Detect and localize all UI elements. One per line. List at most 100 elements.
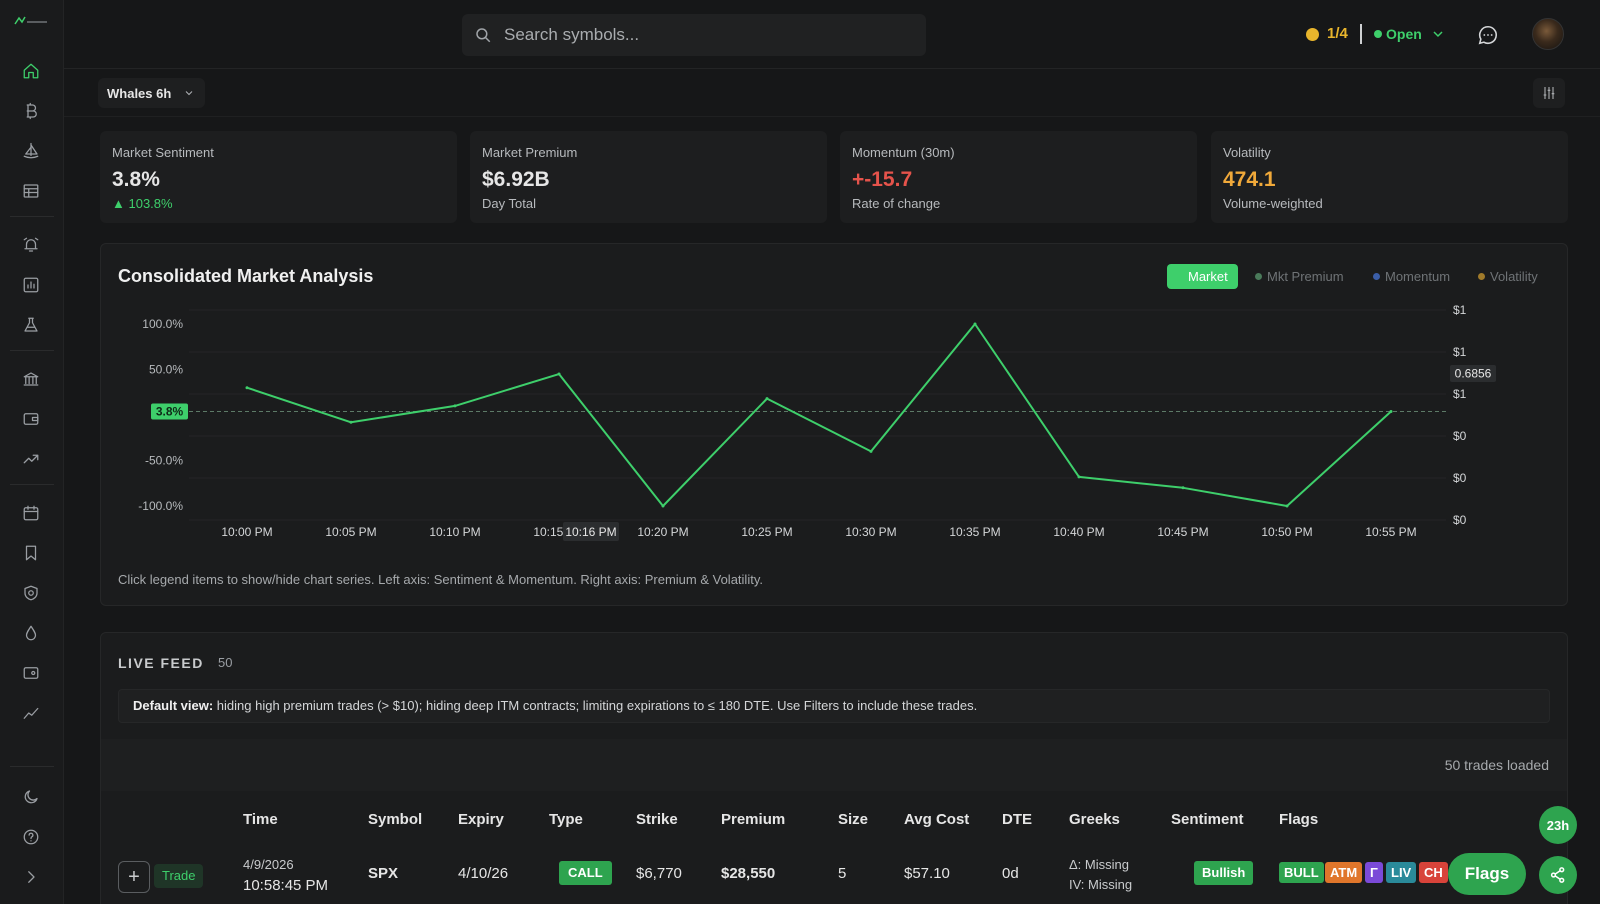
sidebar-divider — [10, 216, 54, 217]
chart-title: Consolidated Market Analysis — [118, 266, 374, 286]
x-tick-label: 10:50 PM — [1261, 525, 1312, 539]
trade-time: 10:58:45 PM — [243, 877, 329, 894]
sidebar-divider — [10, 766, 54, 767]
sidebar — [0, 0, 64, 904]
x-tick-label: 10:35 PM — [949, 525, 1000, 539]
data-point — [765, 397, 769, 401]
flags-button[interactable]: Flags — [1448, 853, 1526, 895]
metric-label: Momentum (30m) — [852, 145, 955, 160]
whale-icon[interactable] — [20, 140, 42, 162]
column-header[interactable]: Type — [549, 811, 583, 828]
right-axis-tick-label: $1 — [1453, 387, 1467, 401]
alert-status-dot — [1306, 28, 1319, 41]
trade-dte: 0d — [1002, 865, 1019, 882]
search-box[interactable] — [462, 14, 926, 56]
trade-symbol[interactable]: SPX — [368, 865, 398, 882]
column-header[interactable]: Flags — [1279, 811, 1318, 828]
timer-button[interactable]: 23h — [1539, 806, 1577, 844]
moon-icon[interactable] — [20, 786, 42, 808]
view-select[interactable]: Whales 6h — [98, 78, 206, 108]
chevron-down-icon — [185, 91, 193, 96]
column-header[interactable]: Premium — [721, 811, 785, 828]
trade-button[interactable]: Trade — [154, 864, 204, 888]
alert-counter[interactable]: 1/4 — [1327, 25, 1348, 42]
expand-sidebar-icon[interactable] — [20, 866, 42, 888]
legend-dot — [1255, 273, 1262, 280]
column-header[interactable]: Avg Cost — [904, 811, 969, 828]
metric-value: +-15.7 — [852, 168, 913, 191]
column-header[interactable]: Expiry — [458, 811, 504, 828]
wallet-icon[interactable] — [20, 408, 42, 430]
avatar[interactable] — [1532, 18, 1564, 50]
market-status-label[interactable]: Open — [1386, 26, 1422, 42]
y-tick-label: -100.0% — [138, 499, 183, 513]
column-header[interactable]: Strike — [636, 811, 678, 828]
view-select-label: Whales 6h — [107, 85, 172, 101]
bank-icon[interactable] — [20, 368, 42, 390]
x-tick-label: 10:45 PM — [1157, 525, 1208, 539]
right-axis-marker-label: 0.6856 — [1455, 367, 1492, 381]
flag-badge: Γ — [1365, 862, 1383, 883]
table-icon[interactable] — [20, 180, 42, 202]
calendar-icon[interactable] — [20, 502, 42, 524]
right-axis-tick-label: $1 — [1453, 303, 1467, 317]
wallet-alt-icon[interactable] — [20, 662, 42, 684]
data-point — [1389, 410, 1393, 414]
metric-card-volatility: Volatility 474.1 Volume-weighted — [1211, 131, 1568, 223]
market-chart[interactable]: 100.0% 50.0% -50.0% -100.0% $1 $1 $1 $0 $0 $0 3.8%… — [101, 244, 1567, 605]
alarm-icon[interactable] — [20, 234, 42, 256]
metric-value: 3.8% — [112, 168, 160, 191]
app-logo[interactable] — [13, 14, 49, 28]
help-icon[interactable] — [20, 826, 42, 848]
flask-icon[interactable] — [20, 314, 42, 336]
data-point — [1181, 486, 1185, 490]
column-header[interactable]: DTE — [1002, 811, 1032, 828]
metric-label: Market Premium — [482, 145, 578, 160]
column-header[interactable]: Size — [838, 811, 868, 828]
legend-label: Volatility — [1490, 269, 1538, 284]
search-input[interactable] — [504, 25, 904, 45]
line-chart-icon[interactable] — [20, 702, 42, 724]
shield-icon[interactable] — [20, 582, 42, 604]
column-header[interactable]: Greeks — [1069, 811, 1120, 828]
bitcoin-icon[interactable] — [20, 100, 42, 122]
chevron-down-icon[interactable] — [1430, 26, 1446, 42]
column-header[interactable]: Time — [243, 811, 278, 828]
trending-up-icon[interactable] — [20, 448, 42, 470]
column-header[interactable]: Sentiment — [1171, 811, 1244, 828]
legend-mkt-premium[interactable]: Mkt Premium — [1255, 269, 1344, 284]
live-feed-panel: LIVE FEED 50 Default view: hiding high p… — [100, 632, 1568, 904]
right-axis-tick-label: $0 — [1453, 471, 1467, 485]
x-tick-label: 10:30 PM — [845, 525, 896, 539]
share-button[interactable] — [1539, 856, 1577, 894]
metric-value: $6.92B — [482, 168, 550, 191]
bookmark-icon[interactable] — [20, 542, 42, 564]
current-value-label: 3.8% — [156, 405, 184, 419]
market-open-dot — [1374, 30, 1382, 38]
metric-card-sentiment: Market Sentiment 3.8% ▲ 103.8% — [100, 131, 457, 223]
x-tick-label: 10:40 PM — [1053, 525, 1104, 539]
legend-momentum[interactable]: Momentum — [1373, 269, 1450, 284]
legend-volatility[interactable]: Volatility — [1478, 269, 1538, 284]
greeks-delta: Δ: Missing — [1069, 857, 1129, 872]
expand-row-button[interactable]: + — [118, 861, 150, 893]
data-point — [869, 449, 873, 453]
data-point — [557, 372, 561, 376]
table-header: Time Symbol Expiry Type Strike Premium S… — [101, 811, 1567, 845]
bar-chart-icon[interactable] — [20, 274, 42, 296]
metric-sub: Day Total — [482, 196, 536, 211]
metric-value: 474.1 — [1223, 168, 1276, 191]
chat-icon[interactable] — [1477, 24, 1499, 46]
column-header[interactable]: Symbol — [368, 811, 422, 828]
filters-button[interactable] — [1533, 78, 1565, 108]
share-icon — [1550, 867, 1565, 883]
drop-icon[interactable] — [20, 622, 42, 644]
trade-strike: $6,770 — [636, 865, 682, 882]
legend-market[interactable]: Market — [1167, 264, 1238, 289]
data-point — [973, 322, 977, 326]
table-row[interactable]: + Trade 4/9/2026 10:58:45 PM SPX 4/10/26… — [101, 853, 1567, 904]
home-icon[interactable] — [20, 60, 42, 82]
data-point — [661, 504, 665, 508]
chart-note: Click legend items to show/hide chart se… — [118, 572, 763, 587]
top-bar: 1/4 Open — [64, 0, 1600, 69]
